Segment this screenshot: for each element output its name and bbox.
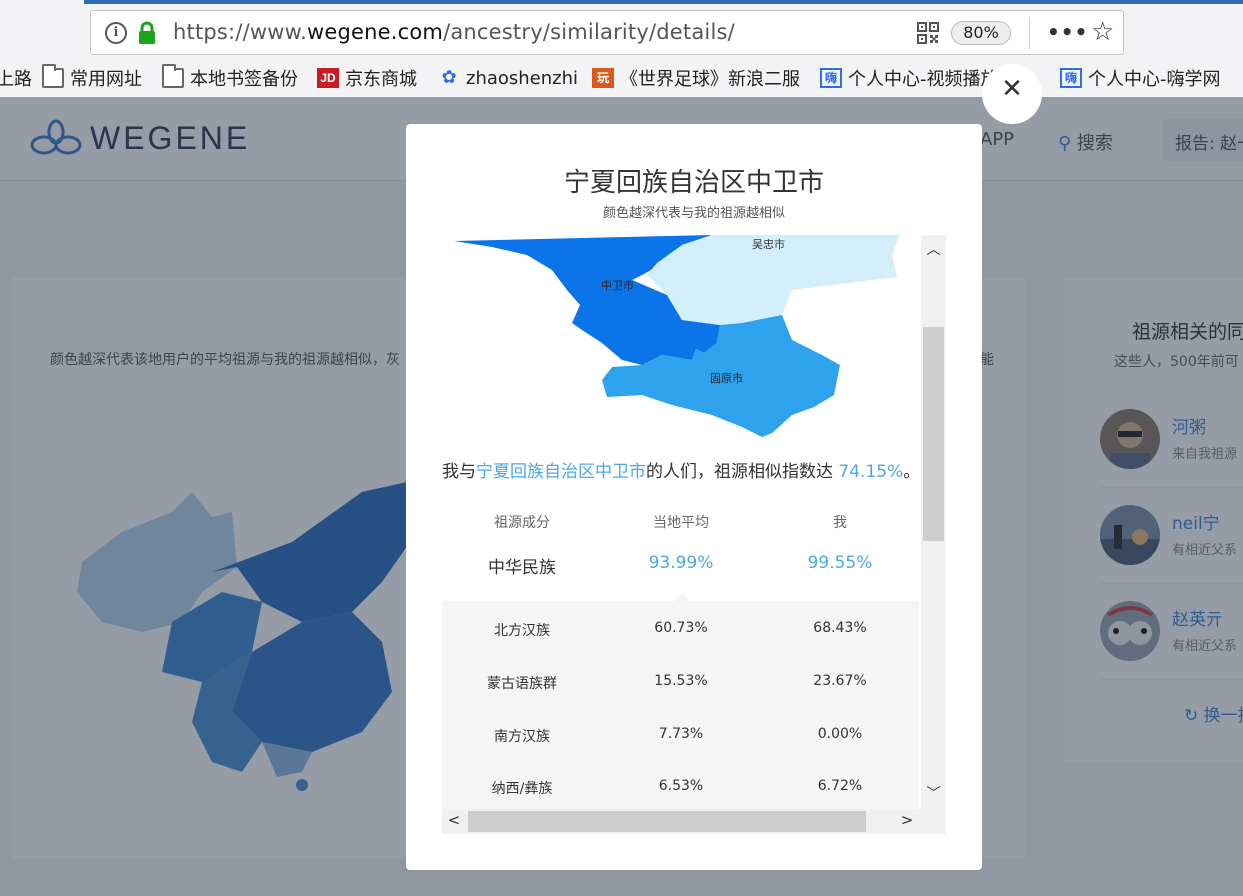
table-cell: 68.43% bbox=[813, 620, 867, 636]
tab-strip-edge bbox=[84, 0, 1243, 4]
baidu-icon: ✿ bbox=[441, 67, 457, 88]
main-component-me: 99.55% bbox=[807, 553, 873, 573]
bookmark-item[interactable]: JD 京东商城 bbox=[317, 66, 417, 90]
bookmark-label: 个人中心-嗨学网 bbox=[1088, 69, 1221, 90]
main-component-local: 93.99% bbox=[648, 553, 714, 573]
map-label-zhongwei: 中卫市 bbox=[601, 278, 634, 292]
table-cell: 60.73% bbox=[654, 620, 708, 636]
summary-end: 。 bbox=[903, 462, 921, 482]
url-host: wegene.com bbox=[306, 20, 444, 44]
modal-subtitle: 颜色越深代表与我的祖源越相似 bbox=[602, 206, 785, 221]
bookmark-item[interactable]: 玩《世界足球》新浪二服 bbox=[592, 66, 800, 90]
address-bar[interactable]: i https://www.wegene.com/ancestry/simila… bbox=[90, 10, 1124, 55]
sub-component-table: 北方汉族 60.73% 68.43% 蒙古语族群 15.53% 23.67% 南… bbox=[442, 593, 919, 834]
url-path: /ancestry/similarity/details/ bbox=[443, 20, 735, 44]
close-icon: ✕ bbox=[1001, 74, 1023, 104]
folder-icon bbox=[42, 64, 64, 88]
modal-title: 宁夏回族自治区中卫市 bbox=[563, 168, 824, 198]
info-icon[interactable]: i bbox=[105, 22, 127, 44]
folder-icon bbox=[162, 64, 184, 88]
bookmark-label: 本地书签备份 bbox=[190, 69, 298, 90]
table-cell: 23.67% bbox=[813, 673, 867, 689]
table-cell: 0.00% bbox=[817, 726, 863, 742]
region-map[interactable]: 吴忠市 中卫市 固原市 bbox=[442, 235, 922, 445]
table-cell: 7.73% bbox=[658, 726, 704, 742]
summary-prefix: 我与 bbox=[442, 462, 476, 482]
scrollbar-thumb[interactable] bbox=[468, 811, 866, 832]
table-cell: 6.72% bbox=[817, 778, 863, 794]
bookmark-folder[interactable]: 常用网址 bbox=[42, 64, 142, 90]
similarity-summary: 我与宁夏回族自治区中卫市的人们，祖源相似指数达 74.15%。 bbox=[442, 457, 922, 482]
sina-icon: 玩 bbox=[592, 68, 614, 88]
vertical-scrollbar[interactable]: ︿ ﹀ bbox=[921, 235, 946, 834]
qr-code-icon[interactable] bbox=[917, 22, 939, 44]
table-header: 我 bbox=[833, 515, 847, 531]
bookmark-item[interactable]: 上路 bbox=[0, 66, 32, 90]
bookmark-label: 常用网址 bbox=[70, 69, 142, 90]
map-label-guyuan: 固原市 bbox=[710, 371, 743, 385]
bookmark-label: 上路 bbox=[0, 69, 32, 90]
summary-mid: 的人们，祖源相似指数达 bbox=[646, 462, 839, 482]
scroll-right-icon[interactable]: > bbox=[895, 811, 919, 829]
table-cell: 蒙古语族群 bbox=[487, 676, 557, 692]
table-cell: 15.53% bbox=[654, 673, 708, 689]
bookmark-folder[interactable]: 本地书签备份 bbox=[162, 64, 298, 90]
lock-icon[interactable] bbox=[137, 21, 157, 45]
similarity-value: 74.15% bbox=[838, 462, 904, 482]
scroll-up-icon[interactable]: ︿ bbox=[921, 239, 946, 259]
scroll-down-icon[interactable]: ﹀ bbox=[921, 783, 946, 803]
url-prefix: https://www. bbox=[173, 20, 307, 44]
bookmark-label: 京东商城 bbox=[345, 69, 417, 90]
scrollbar-thumb[interactable] bbox=[923, 327, 944, 541]
bookmark-item[interactable]: 嗨个人中心-嗨学网 bbox=[1060, 66, 1221, 90]
browser-chrome: i https://www.wegene.com/ancestry/simila… bbox=[0, 0, 1243, 97]
main-component-name[interactable]: 中华民族 bbox=[442, 553, 602, 578]
table-cell: 6.53% bbox=[658, 778, 704, 794]
map-label-wuzhong: 吴忠市 bbox=[752, 237, 785, 251]
scroll-left-icon[interactable]: < bbox=[442, 811, 466, 829]
table-header: 祖源成分 bbox=[494, 515, 550, 531]
close-button[interactable]: ✕ bbox=[982, 64, 1042, 124]
bookmark-label: 《世界足球》新浪二服 bbox=[620, 69, 800, 90]
table-header: 当地平均 bbox=[653, 515, 709, 531]
horizontal-scrollbar[interactable]: < > bbox=[442, 809, 921, 834]
bookmark-star-icon[interactable]: ☆ bbox=[1091, 17, 1114, 47]
bookmark-label: zhaoshenzhi bbox=[466, 67, 579, 89]
table-cell: 纳西/彝族 bbox=[491, 781, 553, 797]
table-cell: 南方汉族 bbox=[494, 729, 550, 745]
bookmarks-bar: 上路 常用网址 本地书签备份 JD 京东商城 ✿ zhaoshenzhi 玩《世界足… bbox=[0, 62, 1243, 94]
more-actions-icon[interactable]: ••• bbox=[1047, 20, 1088, 44]
table-cell: 北方汉族 bbox=[494, 623, 550, 639]
zoom-level-badge[interactable]: 80% bbox=[951, 21, 1011, 45]
url-text[interactable]: https://www.wegene.com/ancestry/similari… bbox=[173, 20, 735, 44]
jd-icon: JD bbox=[317, 68, 339, 88]
hai-icon: 嗨 bbox=[1060, 68, 1082, 88]
modal-scroll-area[interactable]: 吴忠市 中卫市 固原市 我与宁夏回族自治区中卫市的人们，祖源相似指数达 74.1… bbox=[442, 235, 946, 834]
region-detail-modal: 宁夏回族自治区中卫市 颜色越深代表与我的祖源越相似 吴忠市 中卫市 固原市 我与… bbox=[406, 124, 982, 870]
hai-icon: 嗨 bbox=[820, 68, 842, 88]
bookmark-item[interactable]: ✿ zhaoshenzhi bbox=[438, 66, 578, 90]
divider bbox=[1029, 18, 1030, 49]
summary-place-link[interactable]: 宁夏回族自治区中卫市 bbox=[476, 462, 646, 482]
